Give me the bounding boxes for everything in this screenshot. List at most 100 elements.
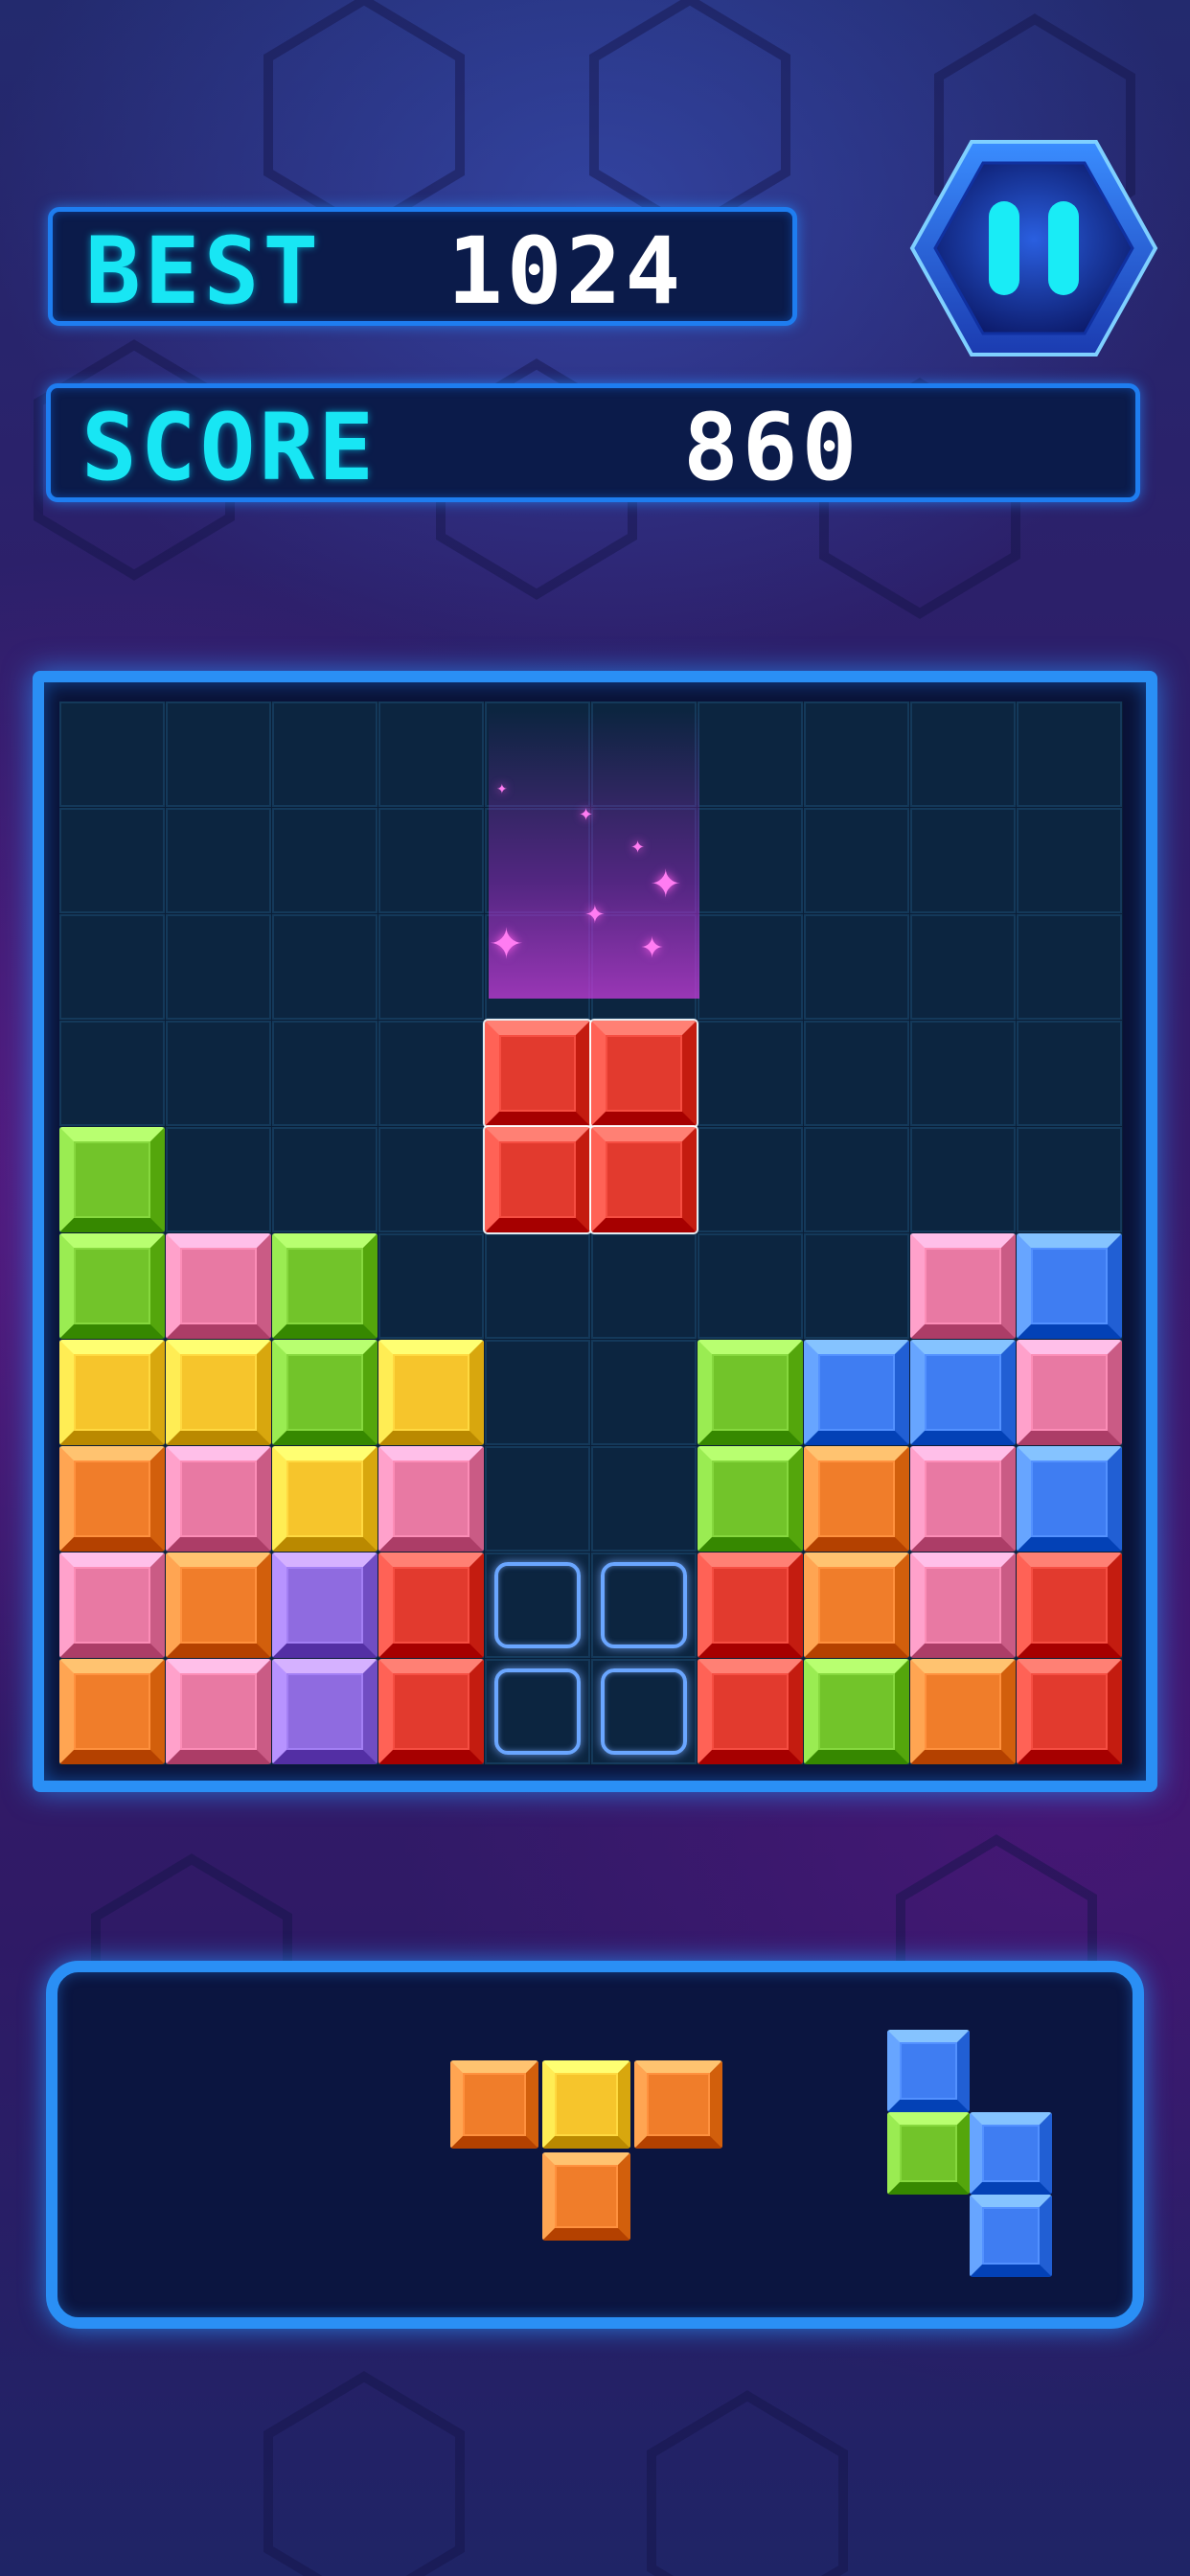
block-pink bbox=[166, 1446, 271, 1552]
board-cell bbox=[59, 914, 165, 1020]
board-cell bbox=[272, 1127, 378, 1232]
piece-block-green[interactable] bbox=[887, 2112, 970, 2195]
sparkle-icon: ✦ bbox=[584, 901, 606, 930]
board-cell bbox=[378, 702, 484, 807]
piece-block-orange[interactable] bbox=[450, 2060, 538, 2149]
landing-preview-cell bbox=[601, 1562, 687, 1648]
block-red bbox=[1017, 1659, 1122, 1764]
block-red bbox=[378, 1552, 484, 1658]
board-cell bbox=[910, 914, 1016, 1020]
block-red bbox=[1017, 1552, 1122, 1658]
board-cell bbox=[272, 914, 378, 1020]
piece-block-orange[interactable] bbox=[634, 2060, 722, 2149]
board-cell bbox=[1017, 702, 1122, 807]
board-cell bbox=[485, 1233, 590, 1339]
board-cell bbox=[910, 1127, 1016, 1232]
block-red bbox=[698, 1552, 803, 1658]
block-green bbox=[698, 1446, 803, 1552]
piece-block-blue[interactable] bbox=[887, 2030, 970, 2112]
block-pink bbox=[166, 1233, 271, 1339]
block-orange bbox=[166, 1552, 271, 1658]
board-cell bbox=[1017, 914, 1122, 1020]
piece-block-yellow[interactable] bbox=[542, 2060, 630, 2149]
landing-preview-cell bbox=[601, 1668, 687, 1755]
block-pink bbox=[166, 1659, 271, 1764]
score-panel: SCORE 860 bbox=[46, 383, 1140, 502]
board-cell bbox=[378, 1127, 484, 1232]
pause-icon bbox=[909, 140, 1158, 356]
board-cell bbox=[166, 702, 271, 807]
block-green bbox=[272, 1340, 378, 1445]
falling-block-red[interactable] bbox=[589, 1125, 698, 1234]
board-cell bbox=[804, 1233, 909, 1339]
score-value: 860 bbox=[683, 394, 861, 501]
sparkle-icon: ✦ bbox=[630, 838, 646, 858]
falling-block-red[interactable] bbox=[589, 1019, 698, 1128]
board-cell bbox=[166, 914, 271, 1020]
board-cell bbox=[910, 702, 1016, 807]
block-yellow bbox=[378, 1340, 484, 1445]
block-orange bbox=[59, 1659, 165, 1764]
board-cell bbox=[166, 1127, 271, 1232]
board-cell bbox=[698, 1021, 803, 1126]
block-red bbox=[698, 1659, 803, 1764]
block-red bbox=[378, 1659, 484, 1764]
block-pink bbox=[1017, 1340, 1122, 1445]
board-cell bbox=[698, 1127, 803, 1232]
board-cell bbox=[698, 702, 803, 807]
best-label: BEST bbox=[85, 218, 323, 325]
piece-block-blue[interactable] bbox=[970, 2195, 1052, 2277]
board-cell bbox=[272, 1021, 378, 1126]
board-cell bbox=[378, 808, 484, 913]
sparkle-icon: ✦ bbox=[579, 805, 594, 825]
board-cell bbox=[166, 808, 271, 913]
piece-block-orange[interactable] bbox=[542, 2152, 630, 2241]
block-purple bbox=[272, 1659, 378, 1764]
board-cell bbox=[272, 702, 378, 807]
board-cell bbox=[378, 1021, 484, 1126]
sparkle-icon: ✦ bbox=[496, 782, 508, 797]
block-orange bbox=[804, 1446, 909, 1552]
board-cell bbox=[485, 1446, 590, 1552]
board-cell bbox=[804, 702, 909, 807]
landing-preview-cell bbox=[494, 1668, 581, 1755]
board-cell bbox=[804, 914, 909, 1020]
board-cell bbox=[698, 914, 803, 1020]
block-orange bbox=[59, 1446, 165, 1552]
board-cell bbox=[591, 1446, 697, 1552]
board-cell bbox=[59, 808, 165, 913]
block-orange bbox=[910, 1659, 1016, 1764]
board-cell bbox=[378, 914, 484, 1020]
board-cell bbox=[272, 808, 378, 913]
sparkle-icon: ✦ bbox=[489, 920, 524, 969]
falling-block-red[interactable] bbox=[483, 1019, 592, 1128]
block-blue bbox=[910, 1340, 1016, 1445]
score-label: SCORE bbox=[81, 394, 378, 501]
board-cell bbox=[591, 1340, 697, 1445]
block-green bbox=[804, 1659, 909, 1764]
board-cell bbox=[1017, 1021, 1122, 1126]
block-pink bbox=[910, 1233, 1016, 1339]
block-green bbox=[272, 1233, 378, 1339]
sparkle-icon: ✦ bbox=[650, 862, 682, 907]
best-score-panel: BEST 1024 bbox=[48, 207, 797, 326]
falling-block-red[interactable] bbox=[483, 1125, 592, 1234]
block-pink bbox=[910, 1446, 1016, 1552]
block-yellow bbox=[272, 1446, 378, 1552]
block-yellow bbox=[166, 1340, 271, 1445]
block-yellow bbox=[59, 1340, 165, 1445]
board-cell bbox=[59, 702, 165, 807]
piece-block-blue[interactable] bbox=[970, 2112, 1052, 2195]
block-green bbox=[59, 1127, 165, 1232]
board-cell bbox=[804, 808, 909, 913]
block-pink bbox=[59, 1552, 165, 1658]
block-pink bbox=[910, 1552, 1016, 1658]
board-cell bbox=[1017, 808, 1122, 913]
board-cell bbox=[910, 1021, 1016, 1126]
board-cell bbox=[591, 1233, 697, 1339]
board-cell bbox=[378, 1233, 484, 1339]
board-cell bbox=[166, 1021, 271, 1126]
pause-button[interactable] bbox=[908, 134, 1159, 362]
block-orange bbox=[804, 1552, 909, 1658]
block-green bbox=[698, 1340, 803, 1445]
